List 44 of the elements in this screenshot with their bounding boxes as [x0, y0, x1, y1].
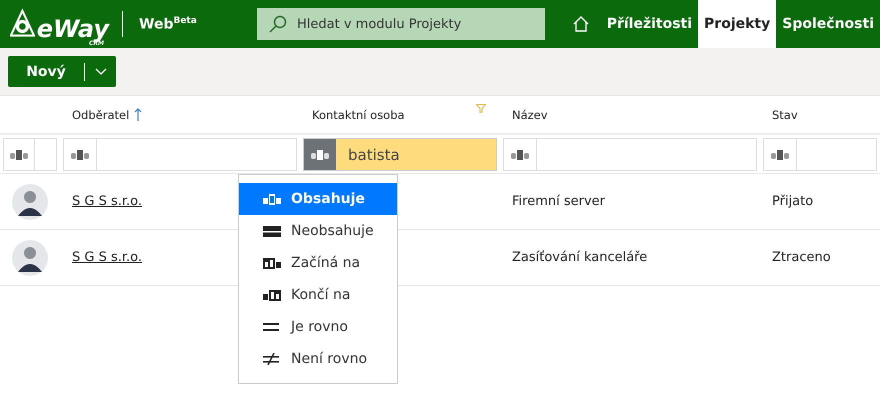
table-cell: Přijato	[772, 194, 814, 209]
filter-field[interactable]	[763, 138, 877, 171]
filter-field[interactable]	[63, 138, 297, 171]
ends-with-icon	[263, 289, 281, 301]
column-header[interactable]: Kontaktní osoba	[312, 108, 405, 122]
menu-item[interactable]: Neobsahuje	[239, 215, 397, 247]
contains-icon	[263, 193, 281, 205]
filter-field[interactable]	[503, 138, 757, 171]
search-field[interactable]: Hledat v modulu Projekty	[257, 8, 545, 40]
filter-field[interactable]: batista	[303, 138, 497, 171]
logo-text: eWay	[36, 17, 109, 41]
nav-tab[interactable]: Společnosti	[776, 0, 880, 48]
equals-icon	[263, 323, 281, 331]
dropdown-caret-icon[interactable]	[94, 68, 106, 75]
table-cell: Zasíťování kanceláře	[512, 250, 648, 265]
column-header[interactable]: Odběratel	[72, 108, 130, 122]
app-name: Web$^{Beta}$	[139, 16, 198, 32]
avatar-icon	[12, 184, 48, 220]
table-cell: Firemní server	[512, 194, 605, 209]
search-icon	[269, 15, 287, 33]
menu-item[interactable]: Končí na	[239, 279, 397, 311]
customer-link[interactable]: S G S s.r.o.	[72, 250, 142, 265]
filter-value: batista	[348, 146, 400, 164]
nav-tab[interactable]: Příležitosti	[600, 0, 698, 48]
nav-tab[interactable]: Projekty	[698, 0, 776, 48]
menu-item[interactable]: Je rovno	[239, 311, 397, 343]
text-filter-icon	[771, 150, 789, 160]
column-header[interactable]: Stav	[772, 108, 798, 122]
home-icon[interactable]	[572, 16, 589, 32]
text-filter-icon	[511, 150, 529, 160]
text-filter-icon	[71, 150, 89, 160]
text-filter-icon	[311, 150, 329, 160]
starts-with-icon	[263, 257, 281, 269]
not-contains-icon	[263, 225, 281, 237]
not-equal-icon	[263, 353, 281, 365]
avatar-icon	[12, 240, 48, 276]
table-cell: Ztraceno	[772, 250, 831, 265]
menu-item[interactable]: Není rovno	[239, 343, 397, 375]
column-header[interactable]: Název	[512, 108, 548, 122]
customer-link[interactable]: S G S s.r.o.	[72, 194, 142, 209]
menu-item[interactable]: Začíná na	[239, 247, 397, 279]
menu-item[interactable]: Obsahuje	[239, 183, 397, 215]
filter-field[interactable]	[35, 138, 57, 171]
text-filter-icon	[10, 150, 28, 160]
